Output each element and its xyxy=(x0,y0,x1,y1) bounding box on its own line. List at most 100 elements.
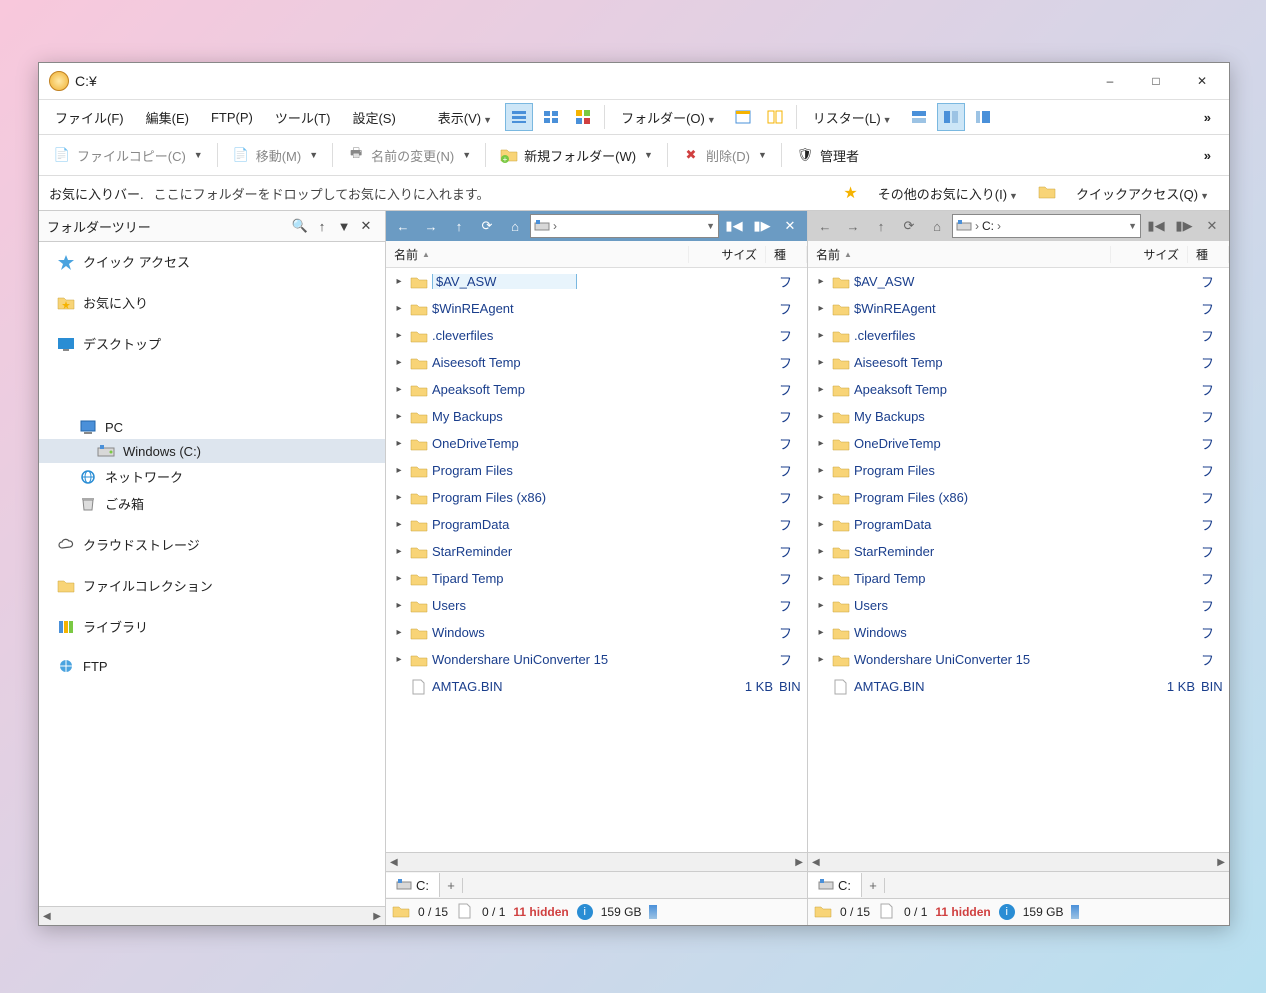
file-row[interactable]: ▸OneDriveTempフ xyxy=(808,430,1229,457)
expand-icon[interactable]: ▸ xyxy=(392,465,406,476)
file-row[interactable]: ▸Apeaksoft Tempフ xyxy=(386,376,807,403)
close-tree-icon[interactable]: ✕ xyxy=(355,218,377,234)
file-row[interactable]: ▸.cleverfilesフ xyxy=(808,322,1229,349)
tree-node[interactable]: クラウドストレージ xyxy=(39,531,385,558)
quick-access[interactable]: クイックアクセス(Q)▼ xyxy=(1066,179,1219,208)
add-tab-button[interactable]: + xyxy=(862,878,885,893)
forward-icon[interactable]: → xyxy=(418,214,444,238)
rename-button[interactable]: 🖶名前の変更(N)▼ xyxy=(339,142,479,169)
copy-button[interactable]: 📄ファイルコピー(C)▼ xyxy=(45,142,211,169)
admin-button[interactable]: 🛡管理者 xyxy=(788,142,867,169)
expand-icon[interactable]: ▸ xyxy=(392,411,406,422)
tree-node[interactable]: ファイルコレクション xyxy=(39,572,385,599)
col-name[interactable]: 名前 ▲ xyxy=(386,246,689,263)
menu-tools[interactable]: ツール(T) xyxy=(265,103,341,132)
file-list[interactable]: ▸$AV_ASWフ▸$WinREAgentフ▸.cleverfilesフ▸Ais… xyxy=(808,268,1229,852)
close-panel-icon[interactable]: ✕ xyxy=(1199,214,1225,238)
file-row[interactable]: ▸Usersフ xyxy=(386,592,807,619)
nav-next-icon[interactable]: ▮▶ xyxy=(749,214,775,238)
home-icon[interactable]: ⌂ xyxy=(502,214,528,238)
expand-icon[interactable]: ▸ xyxy=(814,330,828,341)
file-row[interactable]: ▸StarReminderフ xyxy=(808,538,1229,565)
expand-icon[interactable]: ▸ xyxy=(392,600,406,611)
expand-icon[interactable]: ▸ xyxy=(392,546,406,557)
expand-icon[interactable]: ▸ xyxy=(814,654,828,665)
menu-settings[interactable]: 設定(S) xyxy=(342,103,405,132)
file-row[interactable]: ▸Windowsフ xyxy=(808,619,1229,646)
expand-icon[interactable]: ▸ xyxy=(814,357,828,368)
dropdown-icon[interactable]: ▼ xyxy=(333,219,355,234)
expand-icon[interactable]: ▸ xyxy=(392,276,406,287)
tree-node[interactable]: PC xyxy=(39,415,385,439)
file-row[interactable]: ▸Program Filesフ xyxy=(386,457,807,484)
file-row[interactable]: ▸$WinREAgentフ xyxy=(386,295,807,322)
back-icon[interactable]: ← xyxy=(812,214,838,238)
file-row[interactable]: ▸$WinREAgentフ xyxy=(808,295,1229,322)
add-tab-button[interactable]: + xyxy=(440,878,463,893)
menu-edit[interactable]: 編集(E) xyxy=(136,103,199,132)
expand-icon[interactable]: ▸ xyxy=(392,519,406,530)
refresh-icon[interactable]: ⟳ xyxy=(896,214,922,238)
tree-node[interactable]: Windows (C:) xyxy=(39,439,385,463)
file-row[interactable]: ▸ProgramDataフ xyxy=(386,511,807,538)
view-mode-list-icon[interactable] xyxy=(537,103,565,131)
menu-lister[interactable]: リスター(L)▼ xyxy=(803,103,902,132)
maximize-button[interactable]: □ xyxy=(1133,65,1179,97)
info-icon[interactable]: i xyxy=(999,904,1015,920)
col-name[interactable]: 名前 ▲ xyxy=(808,246,1111,263)
delete-button[interactable]: ✖削除(D)▼ xyxy=(674,142,775,169)
file-row[interactable]: ▸Wondershare UniConverter 15フ xyxy=(386,646,807,673)
home-icon[interactable]: ⌂ xyxy=(924,214,950,238)
expand-icon[interactable]: ▸ xyxy=(392,573,406,584)
tree-node[interactable]: クイック アクセス xyxy=(39,248,385,275)
tree-node[interactable]: ごみ箱 xyxy=(39,490,385,517)
file-list[interactable]: ▸$AV_ASWフ▸$WinREAgentフ▸.cleverfilesフ▸Ais… xyxy=(386,268,807,852)
file-row[interactable]: ▸OneDriveTempフ xyxy=(386,430,807,457)
view-mode-thumb-icon[interactable] xyxy=(569,103,597,131)
nav-next-icon[interactable]: ▮▶ xyxy=(1171,214,1197,238)
menu-ftp[interactable]: FTP(P) xyxy=(201,105,263,130)
expand-icon[interactable]: ▸ xyxy=(814,492,828,503)
expand-icon[interactable]: ▸ xyxy=(392,654,406,665)
move-button[interactable]: 📄移動(M)▼ xyxy=(224,142,326,169)
expand-icon[interactable]: ▸ xyxy=(814,519,828,530)
col-type[interactable]: 種 xyxy=(1188,246,1229,263)
file-row[interactable]: ▸Program Filesフ xyxy=(808,457,1229,484)
file-row[interactable]: ▸Wondershare UniConverter 15フ xyxy=(808,646,1229,673)
overflow-icon[interactable]: » xyxy=(1192,110,1223,125)
file-row[interactable]: ▸My Backupsフ xyxy=(386,403,807,430)
tree-scrollbar[interactable]: ◀▶ xyxy=(39,906,385,925)
expand-icon[interactable]: ▸ xyxy=(392,627,406,638)
titlebar[interactable]: C:¥ – □ ✕ xyxy=(39,63,1229,99)
expand-icon[interactable]: ▸ xyxy=(392,492,406,503)
expand-icon[interactable]: ▸ xyxy=(392,303,406,314)
expand-icon[interactable]: ▸ xyxy=(392,384,406,395)
file-row[interactable]: AMTAG.BIN1 KBBIN xyxy=(808,673,1229,700)
tab[interactable]: C: xyxy=(386,873,440,897)
refresh-icon[interactable]: ⟳ xyxy=(474,214,500,238)
back-icon[interactable]: ← xyxy=(390,214,416,238)
search-icon[interactable]: 🔍 xyxy=(289,218,311,234)
file-row[interactable]: ▸Aiseesoft Tempフ xyxy=(808,349,1229,376)
file-row[interactable]: ▸Usersフ xyxy=(808,592,1229,619)
file-row[interactable]: ▸StarReminderフ xyxy=(386,538,807,565)
tab[interactable]: C: xyxy=(808,873,862,897)
view-mode-details-icon[interactable] xyxy=(505,103,533,131)
file-row[interactable]: ▸Program Files (x86)フ xyxy=(808,484,1229,511)
expand-icon[interactable]: ▸ xyxy=(814,303,828,314)
file-row[interactable]: ▸ProgramDataフ xyxy=(808,511,1229,538)
file-row[interactable]: ▸$AV_ASWフ xyxy=(386,268,807,295)
expand-icon[interactable]: ▸ xyxy=(392,438,406,449)
tree-node[interactable]: お気に入り xyxy=(39,289,385,316)
file-row[interactable]: ▸Windowsフ xyxy=(386,619,807,646)
column-header[interactable]: 名前 ▲サイズ種 xyxy=(386,241,807,268)
menu-folder[interactable]: フォルダー(O)▼ xyxy=(611,103,726,132)
path-bar[interactable]: ›▼ xyxy=(530,214,719,238)
panel-dual-icon[interactable] xyxy=(761,103,789,131)
expand-icon[interactable]: ▸ xyxy=(392,357,406,368)
nav-prev-icon[interactable]: ▮◀ xyxy=(1143,214,1169,238)
path-bar[interactable]: ›C:›▼ xyxy=(952,214,1141,238)
menu-file[interactable]: ファイル(F) xyxy=(45,103,134,132)
expand-icon[interactable]: ▸ xyxy=(814,465,828,476)
menu-view[interactable]: 表示(V)▼ xyxy=(428,103,502,132)
